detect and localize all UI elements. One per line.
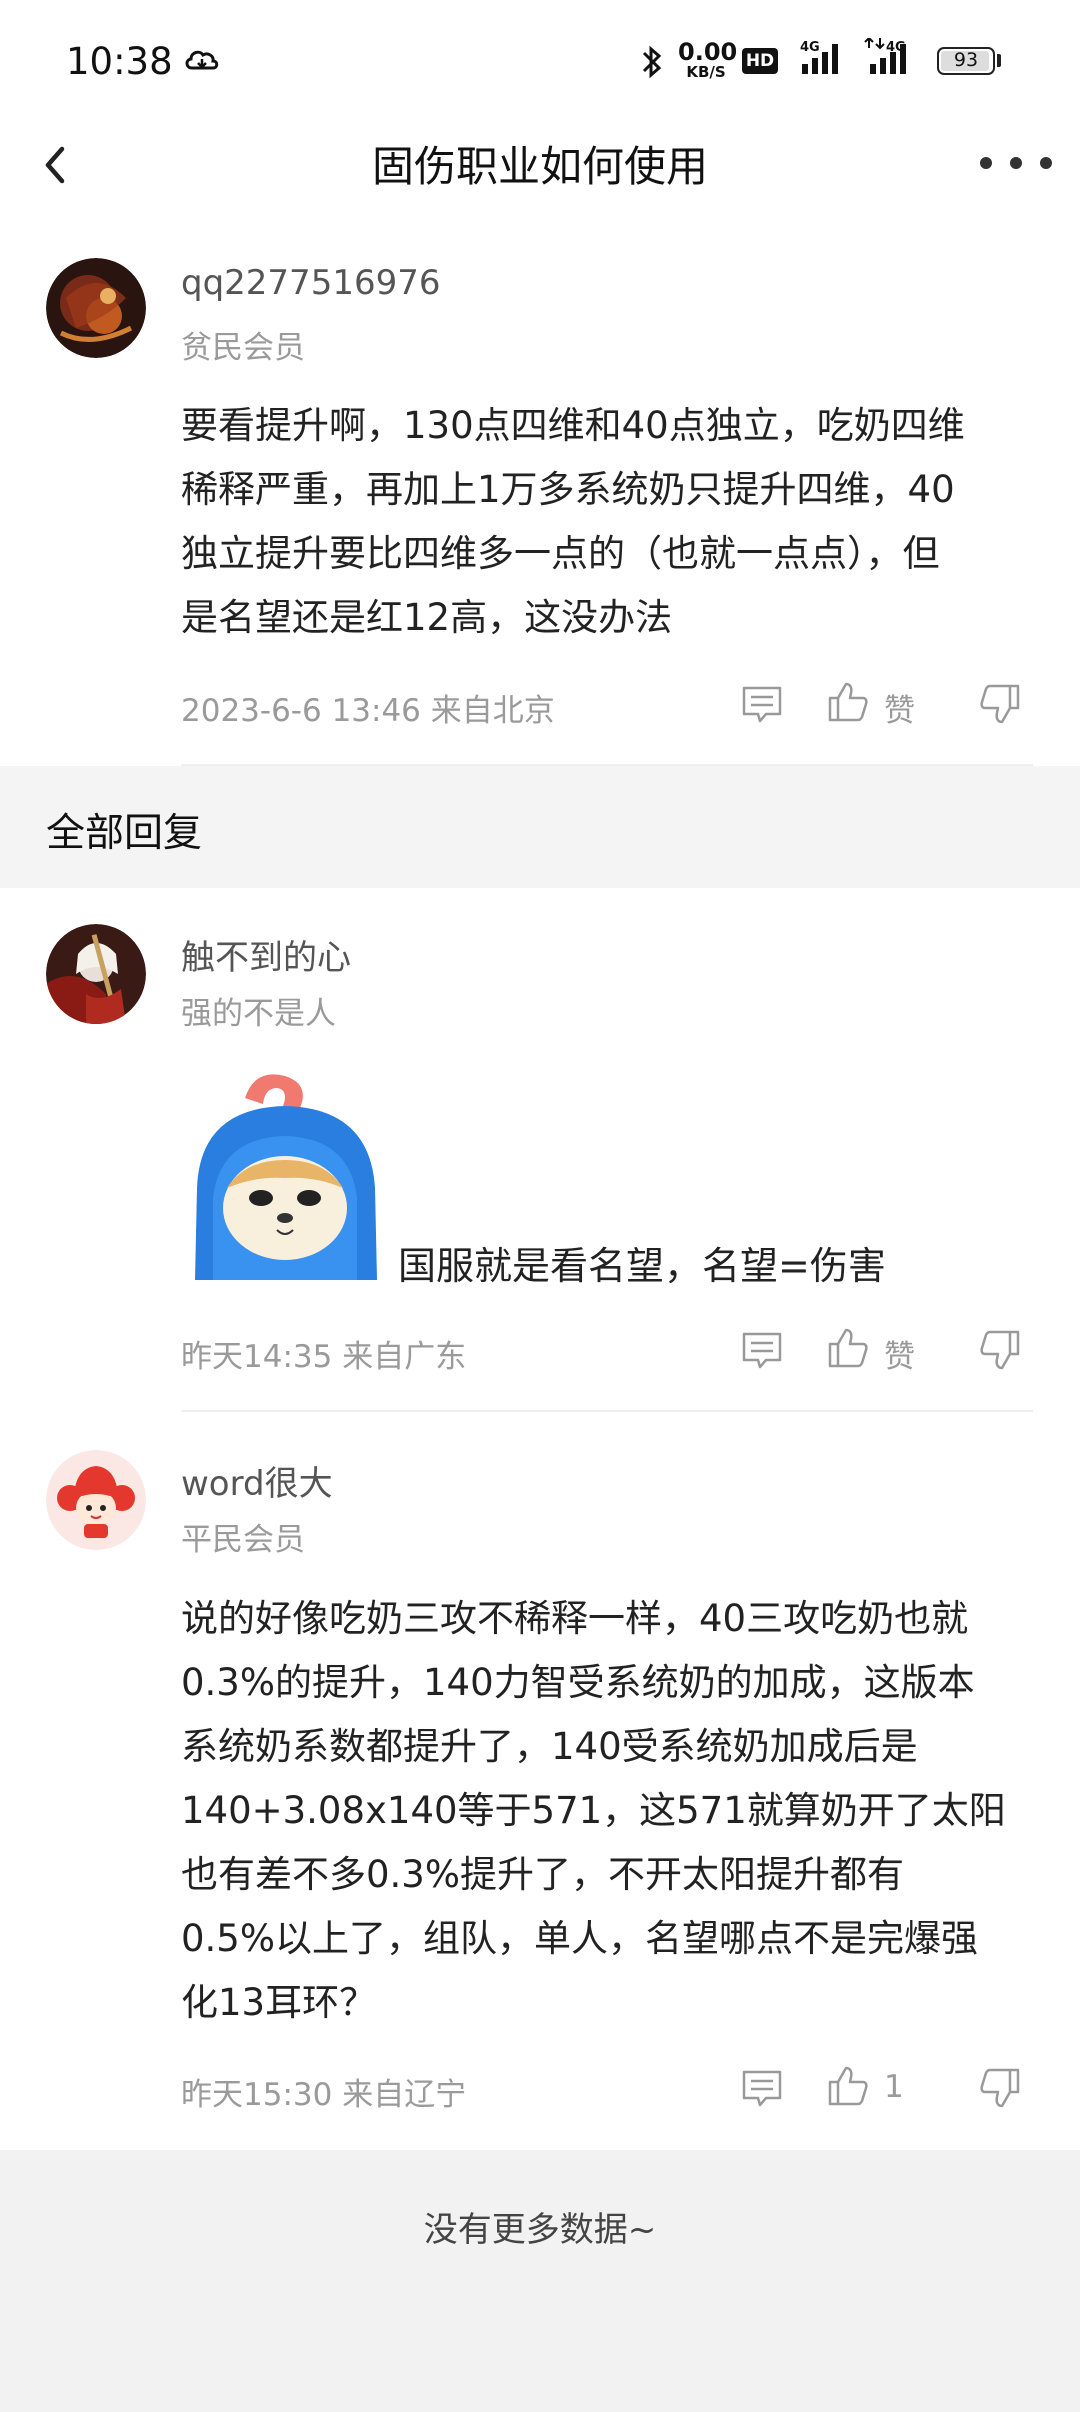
more-options-icon[interactable]	[976, 153, 1056, 173]
content-line: 要看提升啊，130点四维和40点独立，吃奶四维	[181, 404, 965, 447]
like-count[interactable]: 1	[884, 2069, 904, 2105]
status-time: 10:38	[66, 40, 173, 83]
signal-icon: 4G	[864, 38, 906, 74]
hd-badge: HD	[742, 48, 778, 74]
reply-icon[interactable]	[740, 682, 784, 726]
divider	[181, 1410, 1033, 1412]
content-line: 化13耳环？	[181, 1981, 377, 2024]
battery-icon: 93	[937, 47, 995, 75]
content-line: 0.3%的提升，140力智受系统奶的加成，这版本	[181, 1661, 975, 1704]
battery-tip	[997, 54, 1001, 67]
bluetooth-icon	[642, 45, 662, 79]
reply-meta: 昨天15:30 来自辽宁	[181, 2077, 467, 2113]
post-username[interactable]: qq2277516976	[181, 263, 440, 303]
like-label[interactable]: 赞	[884, 1331, 915, 1376]
avatar[interactable]	[46, 924, 146, 1024]
like-icon[interactable]	[826, 1326, 870, 1370]
sticker-image	[195, 1074, 377, 1280]
avatar[interactable]	[46, 258, 146, 358]
like-icon[interactable]	[826, 2064, 870, 2108]
post-content: 要看提升啊，130点四维和40点独立，吃奶四维 稀释严重，再加上1万多系统奶只提…	[181, 394, 1041, 650]
content-line: 0.5%以上了，组队，单人，名望哪点不是完爆强	[181, 1917, 978, 1960]
content-line: 140+3.08x140等于571，这571就算奶开了太阳	[181, 1789, 1006, 1832]
list-footer: 没有更多数据~	[0, 2150, 1080, 2412]
content-line: 是名望还是红12高，这没办法	[181, 596, 673, 639]
reply-meta: 昨天14:35 来自广东	[181, 1339, 467, 1375]
content-line: 也有差不多0.3%提升了，不开太阳提升都有	[181, 1853, 904, 1896]
dislike-icon[interactable]	[978, 682, 1022, 726]
post-member-title: 贫民会员	[181, 330, 305, 366]
like-icon[interactable]	[826, 680, 870, 724]
svg-text:4G: 4G	[800, 40, 820, 55]
dislike-icon[interactable]	[978, 2066, 1022, 2110]
net-speed: 0.00 KB/S	[678, 38, 738, 81]
content-line: 稀释严重，再加上1万多系统奶只提升四维，40	[181, 468, 955, 511]
reply-subtitle: 平民会员	[181, 1522, 305, 1558]
post-meta: 2023-6-6 13:46 来自北京	[181, 693, 555, 729]
content-line: 说的好像吃奶三攻不稀释一样，40三攻吃奶也就	[181, 1597, 969, 1640]
reply-content: 说的好像吃奶三攻不稀释一样，40三攻吃奶也就 0.3%的提升，140力智受系统奶…	[181, 1587, 1061, 2035]
nav-bar: 固伤职业如何使用	[0, 125, 1080, 215]
content-line: 独立提升要比四维多一点的（也就一点点），但	[181, 532, 940, 575]
reply-icon[interactable]	[740, 2066, 784, 2110]
section-title: 全部回复	[46, 811, 203, 856]
no-more-data-label: 没有更多数据~	[423, 2210, 657, 2250]
content-line: 系统奶系数都提升了，140受系统奶加成后是	[181, 1725, 918, 1768]
signal-icon: 4G	[800, 40, 838, 74]
status-bar: 10:38 0.00 KB/S HD 4G 4G 93	[0, 0, 1080, 125]
reply-icon[interactable]	[740, 1328, 784, 1372]
like-label[interactable]: 赞	[884, 685, 915, 730]
reply-username[interactable]: word很大	[181, 1456, 333, 1505]
reply-subtitle: 强的不是人	[181, 996, 336, 1032]
reply-text: 国服就是看名望，名望=伤害	[398, 1244, 886, 1288]
avatar[interactable]	[46, 1450, 146, 1550]
replies-section-header: 全部回复	[0, 766, 1080, 888]
cloud-sync-icon	[185, 50, 219, 70]
reply-username[interactable]: 触不到的心	[181, 930, 351, 979]
page-title: 固伤职业如何使用	[371, 142, 708, 191]
dislike-icon[interactable]	[978, 1328, 1022, 1372]
